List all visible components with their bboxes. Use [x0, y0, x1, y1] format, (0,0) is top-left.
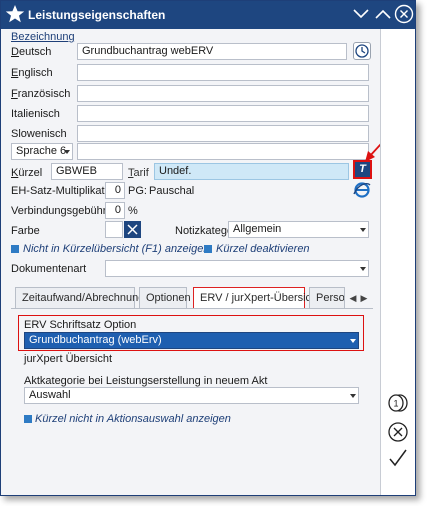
- franzoesisch-label: Französisch: [11, 88, 71, 100]
- kuerzel-label: Kürzel: [11, 167, 43, 179]
- tab-erv-jurxpert[interactable]: ERV / jurXpert-Übersicht: [193, 287, 320, 309]
- tab-scroll-right-icon[interactable]: ▶: [359, 289, 369, 307]
- clear-color-icon[interactable]: [124, 221, 141, 238]
- chevron-down-icon: [360, 228, 366, 232]
- bezeichnung-section-label: Bezeichnung: [11, 31, 75, 43]
- action-sidebar: 1: [380, 29, 415, 495]
- star-icon: [5, 4, 25, 27]
- verbindung-field[interactable]: 0: [105, 202, 125, 219]
- tab-person[interactable]: Person: [309, 287, 345, 309]
- tab-bar: Zeitaufwand/Abrechnung Optionen ERV / ju…: [11, 287, 365, 309]
- aktkategorie-value: Auswahl: [29, 389, 71, 401]
- aktkategorie-label: Aktkategorie bei Leistungserstellung in …: [24, 375, 268, 387]
- chevron-down-icon: [64, 150, 70, 154]
- collapse-icon[interactable]: [351, 4, 371, 27]
- tab-optionen[interactable]: Optionen: [139, 287, 191, 309]
- expand-icon[interactable]: [373, 4, 393, 27]
- internet-explorer-icon[interactable]: [353, 181, 371, 202]
- color-swatch[interactable]: [105, 221, 123, 238]
- chevron-down-icon: [360, 267, 366, 271]
- pg-label: PG:: [128, 185, 147, 197]
- confirm-icon[interactable]: [387, 447, 409, 472]
- eh-satz-field[interactable]: 0: [105, 182, 125, 199]
- tab-divider: [11, 308, 373, 309]
- sprache-select[interactable]: Sprache 6: [11, 143, 73, 160]
- dialog-window: Leistungseigenschaften Bezeichnung Deuts…: [0, 0, 416, 496]
- coins-icon[interactable]: 1: [387, 393, 409, 416]
- chevron-down-icon: [350, 339, 356, 343]
- italienisch-field[interactable]: [77, 105, 369, 122]
- aktkategorie-select[interactable]: Auswahl: [24, 387, 359, 404]
- erv-option-label: ERV Schriftsatz Option: [24, 319, 137, 331]
- erv-option-value: Grundbuchantrag (webErv): [29, 334, 162, 346]
- italienisch-label: Italienisch: [11, 108, 60, 120]
- englisch-field[interactable]: [77, 64, 369, 81]
- percent-label: %: [128, 205, 138, 217]
- dokumentenart-select[interactable]: [105, 260, 369, 277]
- franzoesisch-field[interactable]: [77, 85, 369, 102]
- tab-scroll-left-icon[interactable]: ◀: [348, 289, 358, 307]
- eh-satz-label: EH-Satz-Multiplikator: [11, 185, 115, 197]
- checkbox-aktionsauswahl-label: Kürzel nicht in Aktionsauswahl anzeigen: [35, 413, 231, 425]
- notizkategorie-select[interactable]: Allgemein: [228, 221, 369, 238]
- kuerzel-field[interactable]: GBWEB: [51, 163, 123, 180]
- farbe-label: Farbe: [11, 225, 40, 237]
- checkbox-kuerzel-deaktivieren[interactable]: [204, 245, 212, 253]
- svg-text:1: 1: [393, 399, 398, 409]
- checkbox-kuerzel-deaktivieren-label: Kürzel deaktivieren: [216, 243, 310, 255]
- checkbox-kuerzeluebersicht-label: Nicht in Kürzelübersicht (F1) anzeigen: [23, 243, 210, 255]
- dokumentenart-label: Dokumentenart: [11, 263, 87, 275]
- sprache-select-value: Sprache 6: [16, 145, 67, 157]
- cancel-icon[interactable]: [387, 421, 409, 446]
- slowenisch-label: Slowenisch: [11, 128, 67, 140]
- title-bar: Leistungseigenschaften: [1, 1, 415, 29]
- sprache-field[interactable]: [77, 143, 369, 160]
- deutsch-field[interactable]: Grundbuchantrag webERV: [77, 43, 347, 60]
- deutsch-label: Deutsch: [11, 46, 52, 58]
- checkbox-kuerzeluebersicht[interactable]: [11, 245, 19, 253]
- englisch-label: Englisch: [11, 67, 53, 79]
- chevron-down-icon: [350, 394, 356, 398]
- checkbox-aktionsauswahl[interactable]: [24, 415, 32, 423]
- close-icon[interactable]: [394, 4, 414, 27]
- verbindung-label: Verbindungsgebühr: [11, 205, 107, 217]
- jurxpert-section-label: jurXpert Übersicht: [24, 353, 113, 365]
- translate-icon[interactable]: [353, 42, 371, 60]
- tarif-field[interactable]: Undef.: [154, 163, 349, 180]
- erv-option-select[interactable]: Grundbuchantrag (webErv): [24, 332, 359, 349]
- pg-value: Pauschal: [149, 185, 195, 197]
- tarif-label: Tarif: [128, 167, 149, 179]
- window-title: Leistungseigenschaften: [28, 8, 166, 22]
- tab-zeitaufwand[interactable]: Zeitaufwand/Abrechnung: [15, 287, 144, 309]
- slowenisch-field[interactable]: [77, 125, 369, 142]
- notizkategorie-value: Allgemein: [233, 223, 282, 235]
